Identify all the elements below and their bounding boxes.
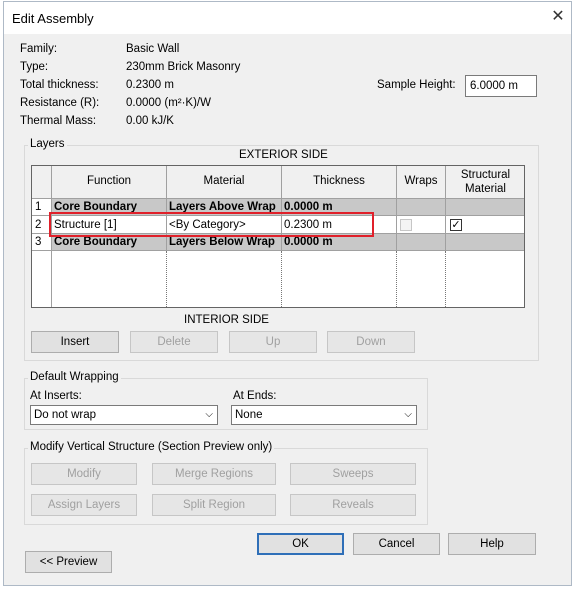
default-wrapping-title: Default Wrapping [28, 371, 121, 383]
at-ends-value: None [235, 409, 263, 421]
table-cell-structural [446, 234, 524, 251]
at-ends-dropdown[interactable]: None ⌵ [231, 405, 417, 425]
structural-material-checkbox[interactable]: ✓ [450, 219, 462, 231]
table-cell-structural [446, 199, 524, 216]
at-ends-label: At Ends: [233, 390, 277, 402]
type-value: 230mm Brick Masonry [126, 61, 241, 73]
chevron-down-icon: ⌵ [404, 409, 412, 420]
type-label: Type: [20, 61, 49, 73]
modify-button[interactable]: Modify [31, 463, 137, 485]
table-cell-wraps [397, 234, 446, 251]
help-button[interactable]: Help [448, 533, 536, 555]
empty-column [167, 251, 282, 307]
assign-layers-button[interactable]: Assign Layers [31, 494, 137, 516]
material-header: Material [167, 166, 282, 199]
wraps-header: Wraps [397, 166, 446, 199]
interior-side-label: INTERIOR SIDE [184, 314, 269, 326]
ok-button[interactable]: OK [257, 533, 344, 555]
title-bar: Edit Assembly ✕ [4, 2, 571, 34]
window-title: Edit Assembly [12, 11, 94, 26]
at-inserts-dropdown[interactable]: Do not wrap ⌵ [30, 405, 218, 425]
split-region-button[interactable]: Split Region [152, 494, 276, 516]
at-inserts-label: At Inserts: [30, 390, 82, 402]
table-cell-wraps [397, 199, 446, 216]
thickness-header: Thickness [282, 166, 397, 199]
family-value: Basic Wall [126, 43, 180, 55]
at-inserts-value: Do not wrap [34, 409, 97, 421]
sample-height-label: Sample Height: [377, 79, 456, 91]
empty-column [397, 251, 446, 307]
sample-height-input[interactable]: 6.0000 m [465, 75, 537, 97]
cancel-button[interactable]: Cancel [353, 533, 440, 555]
close-icon[interactable]: ✕ [549, 8, 567, 26]
chevron-down-icon: ⌵ [205, 409, 213, 420]
highlight-box [49, 212, 374, 237]
delete-button[interactable]: Delete [130, 331, 218, 353]
thermal-mass-label: Thermal Mass: [20, 115, 97, 127]
resistance-value: 0.0000 (m²·K)/W [126, 97, 211, 109]
modify-vertical-structure-title: Modify Vertical Structure (Section Previ… [28, 441, 275, 453]
total-thickness-label: Total thickness: [20, 79, 99, 91]
merge-regions-button[interactable]: Merge Regions [152, 463, 276, 485]
reveals-button[interactable]: Reveals [290, 494, 416, 516]
up-button[interactable]: Up [229, 331, 317, 353]
thermal-mass-value: 0.00 kJ/K [126, 115, 174, 127]
down-button[interactable]: Down [327, 331, 415, 353]
total-thickness-value: 0.2300 m [126, 79, 174, 91]
exterior-side-label: EXTERIOR SIDE [239, 149, 328, 161]
layers-group-title: Layers [28, 138, 67, 150]
preview-button[interactable]: << Preview [25, 551, 112, 573]
wraps-checkbox[interactable] [400, 219, 412, 231]
row-number-gutter [32, 251, 52, 307]
insert-button[interactable]: Insert [31, 331, 119, 353]
sweeps-button[interactable]: Sweeps [290, 463, 416, 485]
family-label: Family: [20, 43, 58, 55]
structural-material-header: Structural Material [446, 166, 524, 199]
row-number-header [32, 166, 52, 199]
empty-column [282, 251, 397, 307]
empty-column [52, 251, 167, 307]
function-header: Function [52, 166, 167, 199]
resistance-label: Resistance (R): [20, 97, 100, 109]
